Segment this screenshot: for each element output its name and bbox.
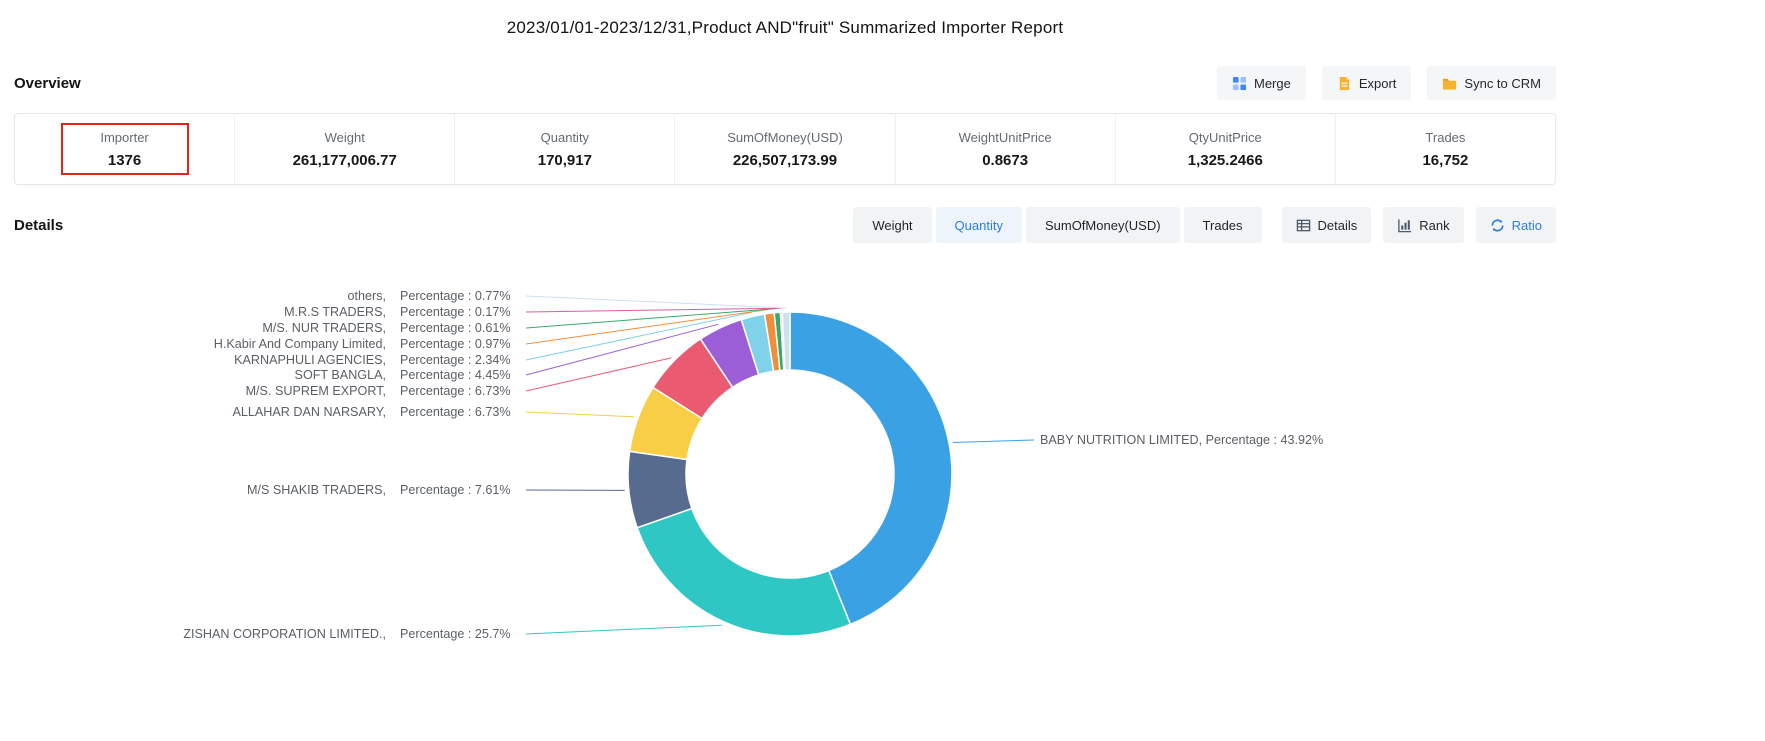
ratio-refresh-icon xyxy=(1490,218,1505,233)
details-heading: Details xyxy=(14,217,63,234)
stat-weightunitprice: WeightUnitPrice 0.8673 xyxy=(895,114,1115,184)
view-tab-label: Ratio xyxy=(1512,218,1542,233)
stat-weight: Weight 261,177,006.77 xyxy=(234,114,454,184)
sync-folder-icon xyxy=(1442,76,1457,91)
slice-label-baby-nutrition-limited: BABY NUTRITION LIMITED, Percentage : 43.… xyxy=(1040,433,1323,447)
report-title: 2023/01/01-2023/12/31,Product AND"fruit"… xyxy=(14,0,1556,38)
donut-chart-svg: BABY NUTRITION LIMITED, Percentage : 43.… xyxy=(14,275,1556,735)
label-line-zishan-corporation-limited xyxy=(526,625,722,634)
pie-slice-zishan-corporation-limited[interactable] xyxy=(637,509,850,636)
slice-label-pct-m-s-shakib-traders: Percentage : 7.61% xyxy=(400,483,511,497)
overview-heading: Overview xyxy=(14,75,81,92)
slice-label-name-others: others, xyxy=(347,289,386,303)
stat-label: SumOfMoney(USD) xyxy=(727,130,843,145)
stat-label: Trades xyxy=(1425,130,1465,145)
metric-tab-quantity[interactable]: Quantity xyxy=(936,207,1022,243)
stat-label: Importer xyxy=(100,130,148,145)
slice-label-name-allahar-dan-narsary: ALLAHAR DAN NARSARY, xyxy=(232,405,386,419)
details-section-header: Details WeightQuantitySumOfMoney(USD)Tra… xyxy=(14,207,1556,243)
label-line-allahar-dan-narsary xyxy=(526,412,634,417)
slice-label-name-h-kabir-and-company-limited: H.Kabir And Company Limited, xyxy=(214,337,386,351)
view-tab-ratio[interactable]: Ratio xyxy=(1476,207,1556,243)
stats-bar: Importer 1376 Weight 261,177,006.77 Quantity… xyxy=(14,113,1556,185)
metric-tabs: WeightQuantitySumOfMoney(USD)Trades xyxy=(853,207,1261,243)
view-tab-details[interactable]: Details xyxy=(1282,207,1372,243)
view-tab-label: Rank xyxy=(1419,218,1449,233)
details-table-icon xyxy=(1296,218,1311,233)
slice-label-pct-m-s-nur-traders: Percentage : 0.61% xyxy=(400,321,511,335)
action-button-export[interactable]: Export xyxy=(1322,66,1412,100)
stat-value: 170,917 xyxy=(538,152,592,169)
export-doc-icon xyxy=(1337,76,1352,91)
slice-label-name-zishan-corporation-limited: ZISHAN CORPORATION LIMITED., xyxy=(183,627,386,641)
rank-chart-icon xyxy=(1397,218,1412,233)
action-button-label: Merge xyxy=(1254,76,1291,91)
details-tab-groups: WeightQuantitySumOfMoney(USD)Trades Deta… xyxy=(853,207,1556,243)
slice-label-pct-h-kabir-and-company-limited: Percentage : 0.97% xyxy=(400,337,511,351)
label-line-m-s-suprem-export xyxy=(526,358,671,391)
slice-label-pct-others: Percentage : 0.77% xyxy=(400,289,511,303)
slice-label-pct-m-r-s-traders: Percentage : 0.17% xyxy=(400,305,511,319)
stat-trades: Trades 16,752 xyxy=(1335,114,1555,184)
action-button-label: Export xyxy=(1359,76,1397,91)
stat-value: 0.8673 xyxy=(982,152,1028,169)
stat-value: 1,325.2466 xyxy=(1188,152,1263,169)
page: 2023/01/01-2023/12/31,Product AND"fruit"… xyxy=(14,0,1556,740)
slice-label-pct-soft-bangla: Percentage : 4.45% xyxy=(400,368,511,382)
stat-value: 226,507,173.99 xyxy=(733,152,837,169)
stat-label: WeightUnitPrice xyxy=(959,130,1052,145)
slice-label-name-m-r-s-traders: M.R.S TRADERS, xyxy=(284,305,386,319)
overview-actions: Merge Export Sync to CRM xyxy=(1217,66,1556,100)
stat-qtyunitprice: QtyUnitPrice 1,325.2466 xyxy=(1115,114,1335,184)
slice-label-name-m-s-shakib-traders: M/S SHAKIB TRADERS, xyxy=(247,483,386,497)
stat-label: Quantity xyxy=(541,130,589,145)
slice-label-name-m-s-nur-traders: M/S. NUR TRADERS, xyxy=(262,321,386,335)
slice-label-pct-karnaphuli-agencies: Percentage : 2.34% xyxy=(400,353,511,367)
slice-label-name-karnaphuli-agencies: KARNAPHULI AGENCIES, xyxy=(234,353,386,367)
slice-label-name-m-s-suprem-export: M/S. SUPREM EXPORT, xyxy=(246,384,386,398)
action-button-label: Sync to CRM xyxy=(1464,76,1541,91)
stat-value: 16,752 xyxy=(1422,152,1468,169)
stat-label: Weight xyxy=(325,130,365,145)
slice-label-pct-m-s-suprem-export: Percentage : 6.73% xyxy=(400,384,511,398)
metric-tab-sumofmoney-usd[interactable]: SumOfMoney(USD) xyxy=(1026,207,1180,243)
metric-tab-trades[interactable]: Trades xyxy=(1184,207,1262,243)
merge-grid-icon xyxy=(1232,76,1247,91)
overview-section-header: Overview Merge Export Sync to CRM xyxy=(14,66,1556,100)
action-button-sync-to-crm[interactable]: Sync to CRM xyxy=(1427,66,1556,100)
action-button-merge[interactable]: Merge xyxy=(1217,66,1306,100)
view-tab-rank[interactable]: Rank xyxy=(1383,207,1463,243)
slice-label-pct-zishan-corporation-limited: Percentage : 25.7% xyxy=(400,627,511,641)
slice-label-pct-allahar-dan-narsary: Percentage : 6.73% xyxy=(400,405,511,419)
label-line-baby-nutrition-limited xyxy=(953,440,1034,443)
view-tabs: Details Rank Ratio xyxy=(1282,207,1556,243)
label-line-others xyxy=(526,296,786,308)
stat-value: 1376 xyxy=(108,152,141,169)
view-tab-label: Details xyxy=(1318,218,1358,233)
slice-label-name-soft-bangla: SOFT BANGLA, xyxy=(295,368,386,382)
stat-importer: Importer 1376 xyxy=(15,114,234,184)
stat-sumofmoney-usd: SumOfMoney(USD) 226,507,173.99 xyxy=(674,114,894,184)
stat-label: QtyUnitPrice xyxy=(1189,130,1262,145)
metric-tab-weight[interactable]: Weight xyxy=(853,207,931,243)
stat-value: 261,177,006.77 xyxy=(293,152,397,169)
importer-ratio-chart: BABY NUTRITION LIMITED, Percentage : 43.… xyxy=(14,275,1556,740)
stat-quantity: Quantity 170,917 xyxy=(454,114,674,184)
